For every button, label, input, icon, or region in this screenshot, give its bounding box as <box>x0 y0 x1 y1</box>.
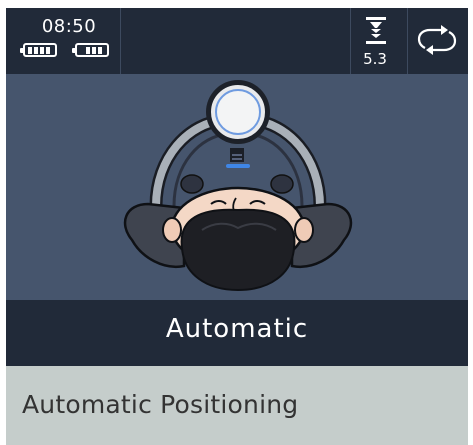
mode-bar[interactable]: Automatic <box>6 300 468 366</box>
mode-label: Automatic <box>165 314 309 344</box>
description-bar: Automatic Positioning <box>6 366 468 445</box>
table-height-icon <box>366 17 386 44</box>
positioning-illustration <box>6 74 468 300</box>
battery-2-icon <box>72 43 109 57</box>
description-label: Automatic Positioning <box>22 390 299 419</box>
patient-head-illustration <box>123 80 353 292</box>
status-bar: 08:50 5.3 <box>6 8 468 74</box>
table-height-value: 5.3 <box>363 50 387 68</box>
battery-1-icon <box>20 43 57 57</box>
sync-arrows-icon[interactable] <box>414 18 460 62</box>
device-screen: 08:50 5.3 Automatic Automatic Positionin… <box>6 8 468 445</box>
clock: 08:50 <box>41 16 97 37</box>
